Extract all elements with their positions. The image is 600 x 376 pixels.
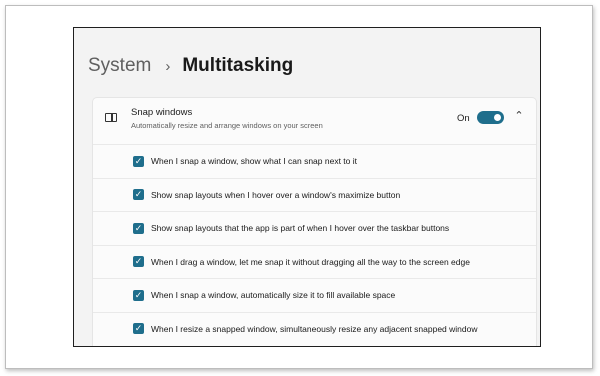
snap-option-checkbox[interactable]: ✓: [133, 222, 144, 234]
snap-windows-header[interactable]: Snap windows Automatically resize and ar…: [93, 98, 536, 144]
snap-option-row: ✓ Show snap layouts when I hover over a …: [93, 177, 536, 212]
snap-windows-subtitle: Automatically resize and arrange windows…: [131, 121, 323, 130]
snap-windows-toggle[interactable]: [477, 111, 504, 124]
breadcrumb-system-link[interactable]: System: [88, 55, 151, 77]
snap-windows-icon: [105, 113, 117, 122]
snap-option-row: ✓ When I snap a window, automatically si…: [93, 278, 536, 312]
snap-option-label: When I drag a window, let me snap it wit…: [151, 256, 470, 267]
snap-option-checkbox[interactable]: ✓: [133, 256, 144, 268]
snap-option-row: ✓ When I drag a window, let me snap it w…: [93, 244, 536, 279]
snap-option-checkbox[interactable]: ✓: [133, 189, 144, 201]
snap-option-label: When I snap a window, automatically size…: [151, 290, 396, 301]
breadcrumb: System › Multitasking: [88, 52, 293, 80]
snap-windows-panel: Snap windows Automatically resize and ar…: [92, 97, 537, 346]
toggle-state-label: On: [457, 113, 470, 124]
snap-option-row: ✓ When I snap a window, show what I can …: [93, 144, 536, 178]
page-title: Multitasking: [182, 55, 294, 76]
screenshot-frame: System › Multitasking Snap windows Autom…: [5, 5, 593, 369]
snap-option-label: Show snap layouts that the app is part o…: [151, 223, 450, 234]
snap-option-row: ✓ When I resize a snapped window, simult…: [93, 311, 536, 346]
chevron-up-icon[interactable]: ⌃: [512, 108, 526, 124]
chevron-right-icon: ›: [165, 57, 171, 75]
snap-option-row: ✓ Show snap layouts that the app is part…: [93, 211, 536, 245]
snap-windows-title: Snap windows: [131, 107, 193, 118]
snap-option-checkbox[interactable]: ✓: [133, 289, 144, 301]
snap-option-checkbox[interactable]: ✓: [133, 155, 144, 167]
snap-option-label: When I snap a window, show what I can sn…: [151, 156, 358, 167]
snap-option-label: Show snap layouts when I hover over a wi…: [151, 189, 401, 200]
toggle-knob: [494, 114, 501, 121]
snap-option-label: When I resize a snapped window, simultan…: [151, 323, 478, 334]
snap-options-list: ✓ When I snap a window, show what I can …: [93, 144, 536, 345]
snap-option-checkbox[interactable]: ✓: [133, 323, 144, 335]
settings-window: System › Multitasking Snap windows Autom…: [73, 27, 541, 347]
